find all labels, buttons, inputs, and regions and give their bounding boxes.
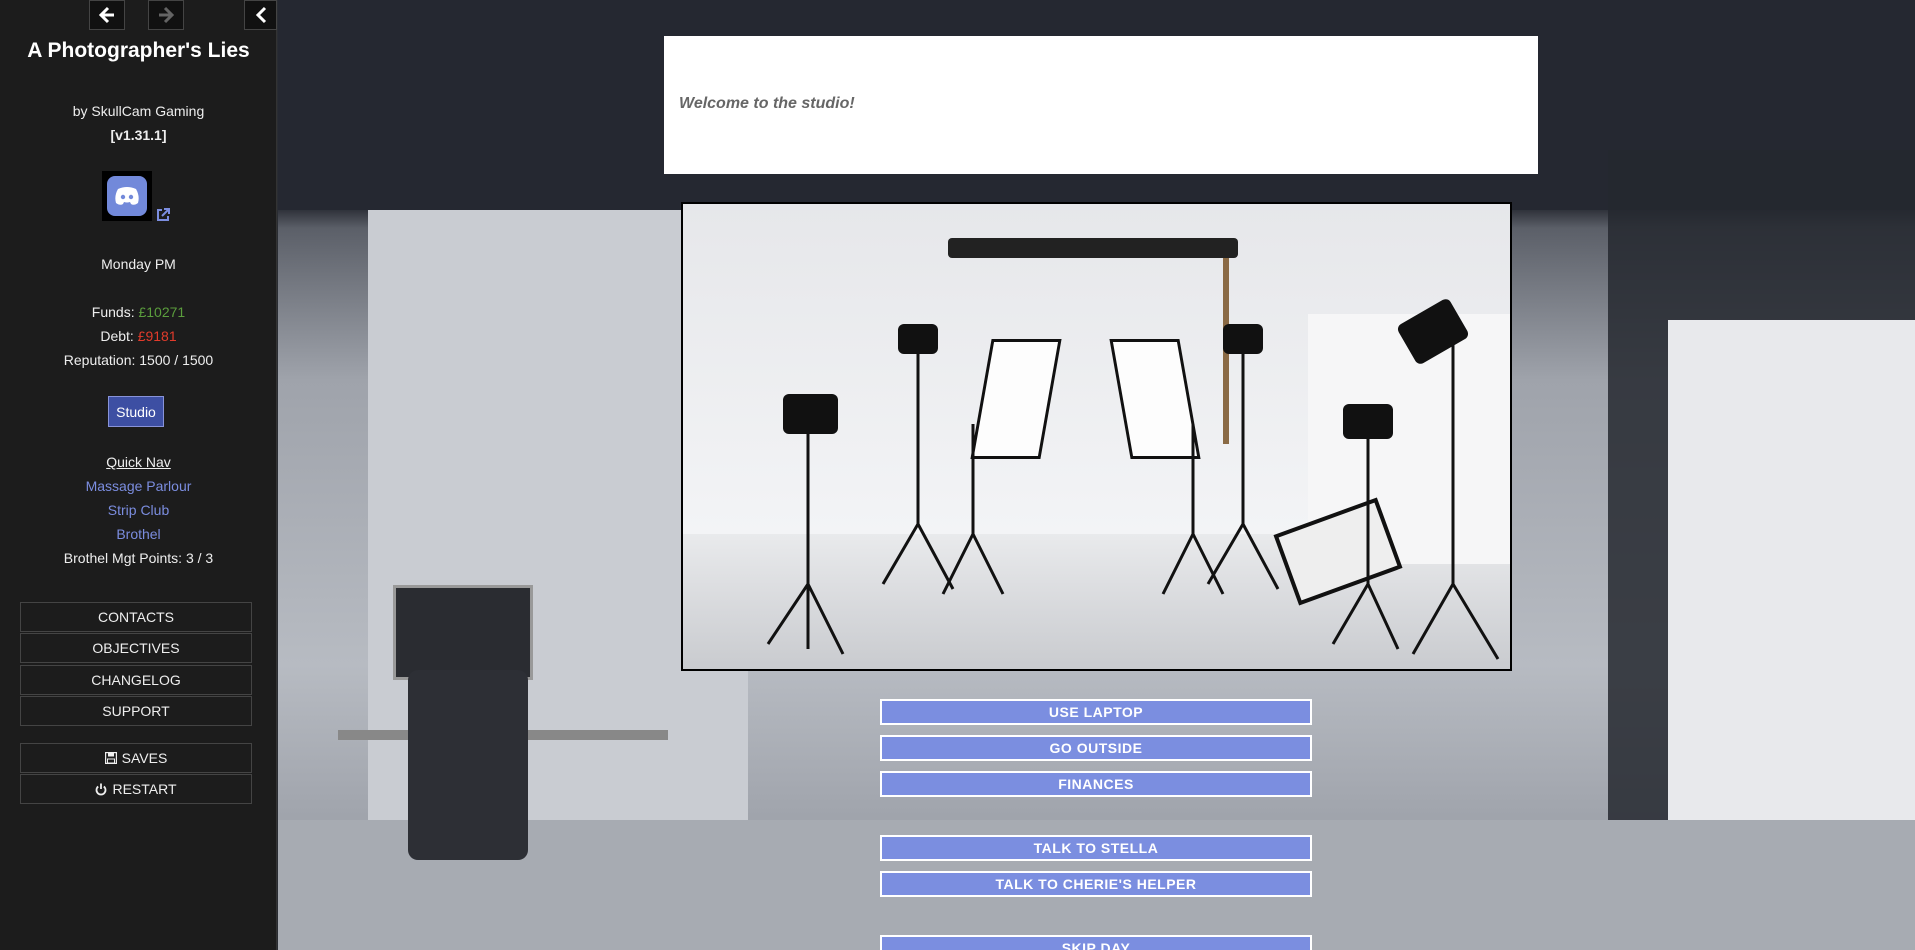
story-passage: Welcome to the studio! <box>664 36 1538 174</box>
saves-label: SAVES <box>121 750 168 766</box>
version-label: [v1.31.1] <box>110 127 167 143</box>
day-time: Monday PM <box>101 256 176 272</box>
contacts-button[interactable]: CONTACTS <box>20 602 252 632</box>
talk-to-stella-button[interactable]: TALK TO STELLA <box>880 835 1312 861</box>
forward-button[interactable] <box>148 0 184 30</box>
quick-nav-heading[interactable]: Quick Nav <box>0 454 277 470</box>
collapse-chevron-icon <box>255 6 266 24</box>
debt-stat: Debt: £9181 <box>0 328 277 344</box>
power-icon <box>96 783 107 795</box>
skip-day-button[interactable]: SKIP DAY <box>880 935 1312 950</box>
finances-button[interactable]: FINANCES <box>880 771 1312 797</box>
img-light-stands <box>766 344 1500 660</box>
discord-icon[interactable] <box>102 171 152 221</box>
changelog-button[interactable]: CHANGELOG <box>20 665 252 695</box>
studio-button[interactable]: Studio <box>108 396 164 427</box>
nav-link-strip-club[interactable]: Strip Club <box>0 502 277 518</box>
talk-to-cheries-helper-button[interactable]: TALK TO CHERIE'S HELPER <box>880 871 1312 897</box>
funds-stat: Funds: £10271 <box>0 304 277 320</box>
use-laptop-button[interactable]: USE LAPTOP <box>880 699 1312 725</box>
bg-chair <box>408 670 528 860</box>
sidebar: A Photographer's Lies by SkullCam Gaming… <box>0 0 277 950</box>
discord-logo <box>107 176 147 216</box>
restart-label: RESTART <box>112 781 177 797</box>
external-link-icon[interactable] <box>155 207 171 223</box>
debt-value: £9181 <box>137 328 177 344</box>
nav-link-massage-parlour[interactable]: Massage Parlour <box>0 478 277 494</box>
forward-arrow-icon <box>159 6 175 24</box>
support-button[interactable]: SUPPORT <box>20 696 252 726</box>
game-title: A Photographer's Lies <box>27 39 250 62</box>
nav-link-brothel[interactable]: Brothel <box>0 526 277 542</box>
reputation-stat: Reputation: 1500 / 1500 <box>63 352 214 368</box>
debt-label: Debt: <box>100 328 138 344</box>
objectives-button[interactable]: OBJECTIVES <box>20 633 252 663</box>
back-button[interactable] <box>89 0 125 30</box>
author-credit: by SkullCam Gaming <box>72 103 205 119</box>
funds-value: £10271 <box>138 304 186 320</box>
studio-scene-image <box>681 202 1512 671</box>
saves-button[interactable]: SAVES <box>20 743 252 773</box>
save-icon <box>104 752 117 764</box>
go-outside-button[interactable]: GO OUTSIDE <box>880 735 1312 761</box>
brothel-mgt-points: Brothel Mgt Points: 3 / 3 <box>63 550 214 566</box>
bg-monitor <box>393 585 533 680</box>
restart-button[interactable]: RESTART <box>20 774 252 804</box>
bg-softbox <box>1668 320 1915 860</box>
narration-text: Welcome to the studio! <box>679 95 855 112</box>
collapse-sidebar-button[interactable] <box>244 0 277 30</box>
funds-label: Funds: <box>91 304 139 320</box>
back-arrow-icon <box>98 6 114 24</box>
